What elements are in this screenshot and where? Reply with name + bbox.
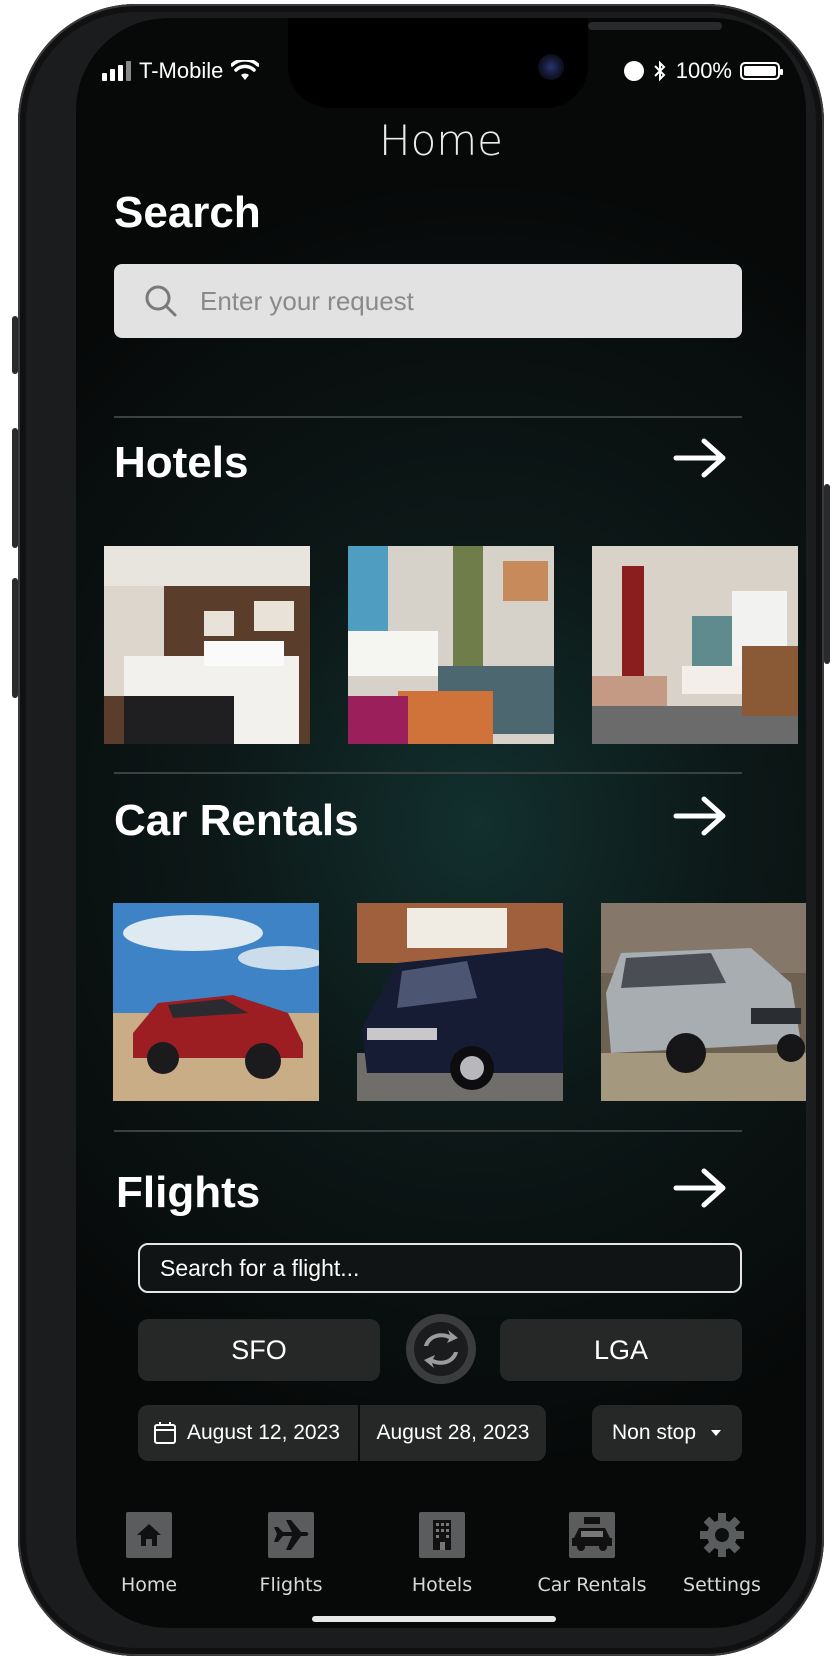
- search-bar[interactable]: [114, 264, 742, 338]
- destination-airport-label: LGA: [593, 1334, 649, 1365]
- hotels-heading: Hotels: [114, 438, 249, 487]
- front-camera: [538, 54, 564, 80]
- building-icon: [419, 1512, 465, 1558]
- divider: [114, 416, 742, 418]
- tab-hotels[interactable]: Hotels: [372, 1512, 512, 1596]
- hotel-image-2[interactable]: [348, 546, 554, 744]
- hotel-image-1[interactable]: [104, 546, 310, 744]
- cellular-signal-icon: [102, 61, 131, 81]
- phone-frame: T-Mobile 100% Home Search Hotel: [12, 4, 830, 1656]
- origin-airport-label: SFO: [231, 1334, 287, 1365]
- divider: [114, 1130, 742, 1132]
- wifi-icon: [231, 60, 260, 80]
- tab-home-label: Home: [120, 1574, 178, 1596]
- tab-flights[interactable]: Flights: [221, 1512, 361, 1596]
- destination-airport-button[interactable]: LGA: [500, 1319, 742, 1381]
- volume-down-button: [12, 578, 18, 698]
- car-image-1[interactable]: [113, 903, 319, 1101]
- hotel-image-3[interactable]: [592, 546, 798, 744]
- return-date-label: August 28, 2023: [376, 1421, 530, 1444]
- home-icon: [126, 1512, 172, 1558]
- battery-percent: 100%: [675, 58, 732, 83]
- car-image-2[interactable]: [357, 903, 563, 1101]
- carrier-name: T-Mobile: [139, 58, 224, 83]
- airplane-icon: [268, 1512, 314, 1558]
- tab-flights-label: Flights: [259, 1574, 323, 1596]
- car-image-3[interactable]: [601, 903, 806, 1101]
- alarm-icon: [623, 61, 644, 81]
- tab-settings-label: Settings: [683, 1574, 761, 1596]
- tab-bar: Home Flights Hotels Car Rentals Settings: [76, 1512, 806, 1622]
- page-title: Home: [378, 116, 504, 165]
- flights-heading: Flights: [116, 1168, 261, 1217]
- tab-settings[interactable]: Settings: [652, 1512, 792, 1596]
- flights-arrow-icon[interactable]: [672, 1168, 728, 1208]
- swap-icon: [414, 1322, 468, 1376]
- divider: [114, 772, 742, 774]
- tab-car-rentals[interactable]: Car Rentals: [512, 1512, 672, 1596]
- origin-airport-button[interactable]: SFO: [138, 1319, 380, 1381]
- car-rentals-arrow-icon[interactable]: [672, 796, 728, 836]
- flight-search-input[interactable]: [138, 1243, 742, 1293]
- silent-switch: [12, 316, 18, 374]
- battery-icon: [740, 62, 783, 80]
- speaker: [588, 22, 722, 30]
- car-rental-icon: [569, 1512, 615, 1558]
- depart-date-label: August 12, 2023: [187, 1421, 340, 1444]
- status-left: T-Mobile: [102, 58, 260, 84]
- tab-home[interactable]: Home: [79, 1512, 219, 1596]
- search-input[interactable]: [198, 284, 722, 318]
- home-indicator[interactable]: [312, 1616, 556, 1622]
- stops-label: Non stop: [611, 1421, 697, 1444]
- gear-icon: [699, 1512, 745, 1558]
- bluetooth-icon: [654, 60, 666, 82]
- screen: T-Mobile 100% Home Search Hotel: [76, 18, 806, 1628]
- caret-down-icon: [711, 1430, 722, 1436]
- volume-up-button: [12, 428, 18, 548]
- swap-airports-button[interactable]: [406, 1314, 476, 1384]
- power-button: [824, 484, 830, 664]
- hotels-arrow-icon[interactable]: [672, 438, 728, 478]
- status-right: 100%: [623, 58, 783, 84]
- car-rentals-heading: Car Rentals: [114, 796, 359, 845]
- search-heading: Search: [114, 188, 261, 237]
- return-date-button[interactable]: August 28, 2023: [360, 1405, 546, 1461]
- tab-hotels-label: Hotels: [411, 1574, 473, 1596]
- depart-date-button[interactable]: August 12, 2023: [138, 1405, 358, 1461]
- notch: [288, 18, 722, 108]
- calendar-icon: [154, 1422, 176, 1444]
- stops-dropdown[interactable]: Non stop: [592, 1405, 742, 1461]
- search-icon: [145, 285, 177, 317]
- tab-car-rentals-label: Car Rentals: [537, 1574, 647, 1596]
